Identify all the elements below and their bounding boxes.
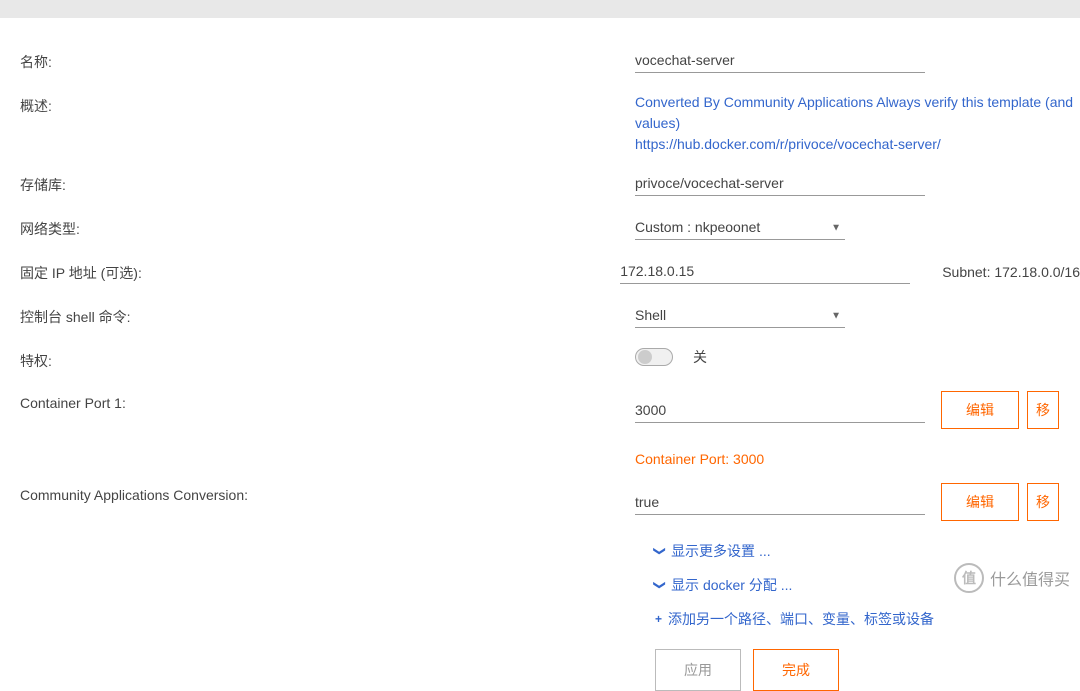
fixed-ip-row: 固定 IP 地址 (可选): Subnet: 172.18.0.0/16: [20, 259, 1080, 287]
done-button[interactable]: 完成: [753, 649, 839, 691]
chevron-down-icon: ❯: [653, 546, 667, 556]
add-another-link[interactable]: + 添加另一个路径、端口、变量、标签或设备: [655, 609, 1080, 629]
privileged-toggle-label: 关: [693, 347, 707, 367]
community-conversion-label: Community Applications Conversion:: [20, 483, 635, 503]
container-port-label: Container Port 1:: [20, 391, 635, 411]
container-port-input[interactable]: [635, 398, 925, 423]
container-port-edit-button[interactable]: 编辑: [941, 391, 1019, 429]
container-port-extra-button[interactable]: 移: [1027, 391, 1059, 429]
add-another-label: 添加另一个路径、端口、变量、标签或设备: [668, 609, 934, 629]
community-conversion-extra-button[interactable]: 移: [1027, 483, 1059, 521]
community-conversion-edit-button[interactable]: 编辑: [941, 483, 1019, 521]
privileged-label: 特权:: [20, 347, 635, 371]
name-input[interactable]: [635, 48, 925, 73]
name-label: 名称:: [20, 48, 635, 72]
form-container: 名称: 概述: Converted By Community Applicati…: [0, 18, 1080, 691]
privileged-toggle[interactable]: [635, 348, 673, 366]
network-type-select[interactable]: [635, 215, 845, 240]
overview-text: Converted By Community Applications Alwa…: [635, 92, 1080, 155]
action-links: ❯ 显示更多设置 ... ❯ 显示 docker 分配 ... + 添加另一个路…: [20, 541, 1080, 629]
container-port-hint: Container Port: 3000: [635, 451, 764, 467]
subnet-label: Subnet: 172.18.0.0/16: [942, 264, 1080, 280]
network-type-label: 网络类型:: [20, 215, 635, 239]
console-shell-label: 控制台 shell 命令:: [20, 303, 635, 327]
fixed-ip-label: 固定 IP 地址 (可选):: [20, 259, 620, 283]
community-conversion-input[interactable]: [635, 490, 925, 515]
overview-link[interactable]: https://hub.docker.com/r/privoce/vocecha…: [635, 136, 941, 152]
name-row: 名称:: [20, 48, 1080, 76]
show-more-settings-link[interactable]: ❯ 显示更多设置 ...: [655, 541, 1080, 561]
show-docker-allocation-label: 显示 docker 分配 ...: [671, 575, 792, 595]
repository-label: 存储库:: [20, 171, 635, 195]
community-conversion-row: Community Applications Conversion: 编辑 移: [20, 483, 1080, 521]
fixed-ip-input[interactable]: [620, 259, 910, 284]
top-bar: [0, 0, 1080, 18]
plus-icon: +: [655, 612, 662, 626]
watermark-icon: 值: [954, 563, 984, 593]
watermark-text: 什么值得买: [990, 566, 1070, 590]
overview-label: 概述:: [20, 92, 635, 116]
apply-button[interactable]: 应用: [655, 649, 741, 691]
console-shell-row: 控制台 shell 命令: ▼: [20, 303, 1080, 331]
network-type-row: 网络类型: ▼: [20, 215, 1080, 243]
toggle-knob-icon: [638, 350, 652, 364]
container-port-row: Container Port 1: 编辑 移 Container Port: 3…: [20, 391, 1080, 467]
console-shell-select[interactable]: [635, 303, 845, 328]
privileged-row: 特权: 关: [20, 347, 1080, 375]
bottom-buttons: 应用 完成: [20, 649, 1080, 691]
show-more-settings-label: 显示更多设置 ...: [671, 541, 771, 561]
repository-input[interactable]: [635, 171, 925, 196]
overview-line1: Converted By Community Applications Alwa…: [635, 94, 1073, 131]
watermark: 值 什么值得买: [954, 563, 1070, 593]
overview-row: 概述: Converted By Community Applications …: [20, 92, 1080, 155]
repository-row: 存储库:: [20, 171, 1080, 199]
chevron-down-icon: ❯: [653, 580, 667, 590]
